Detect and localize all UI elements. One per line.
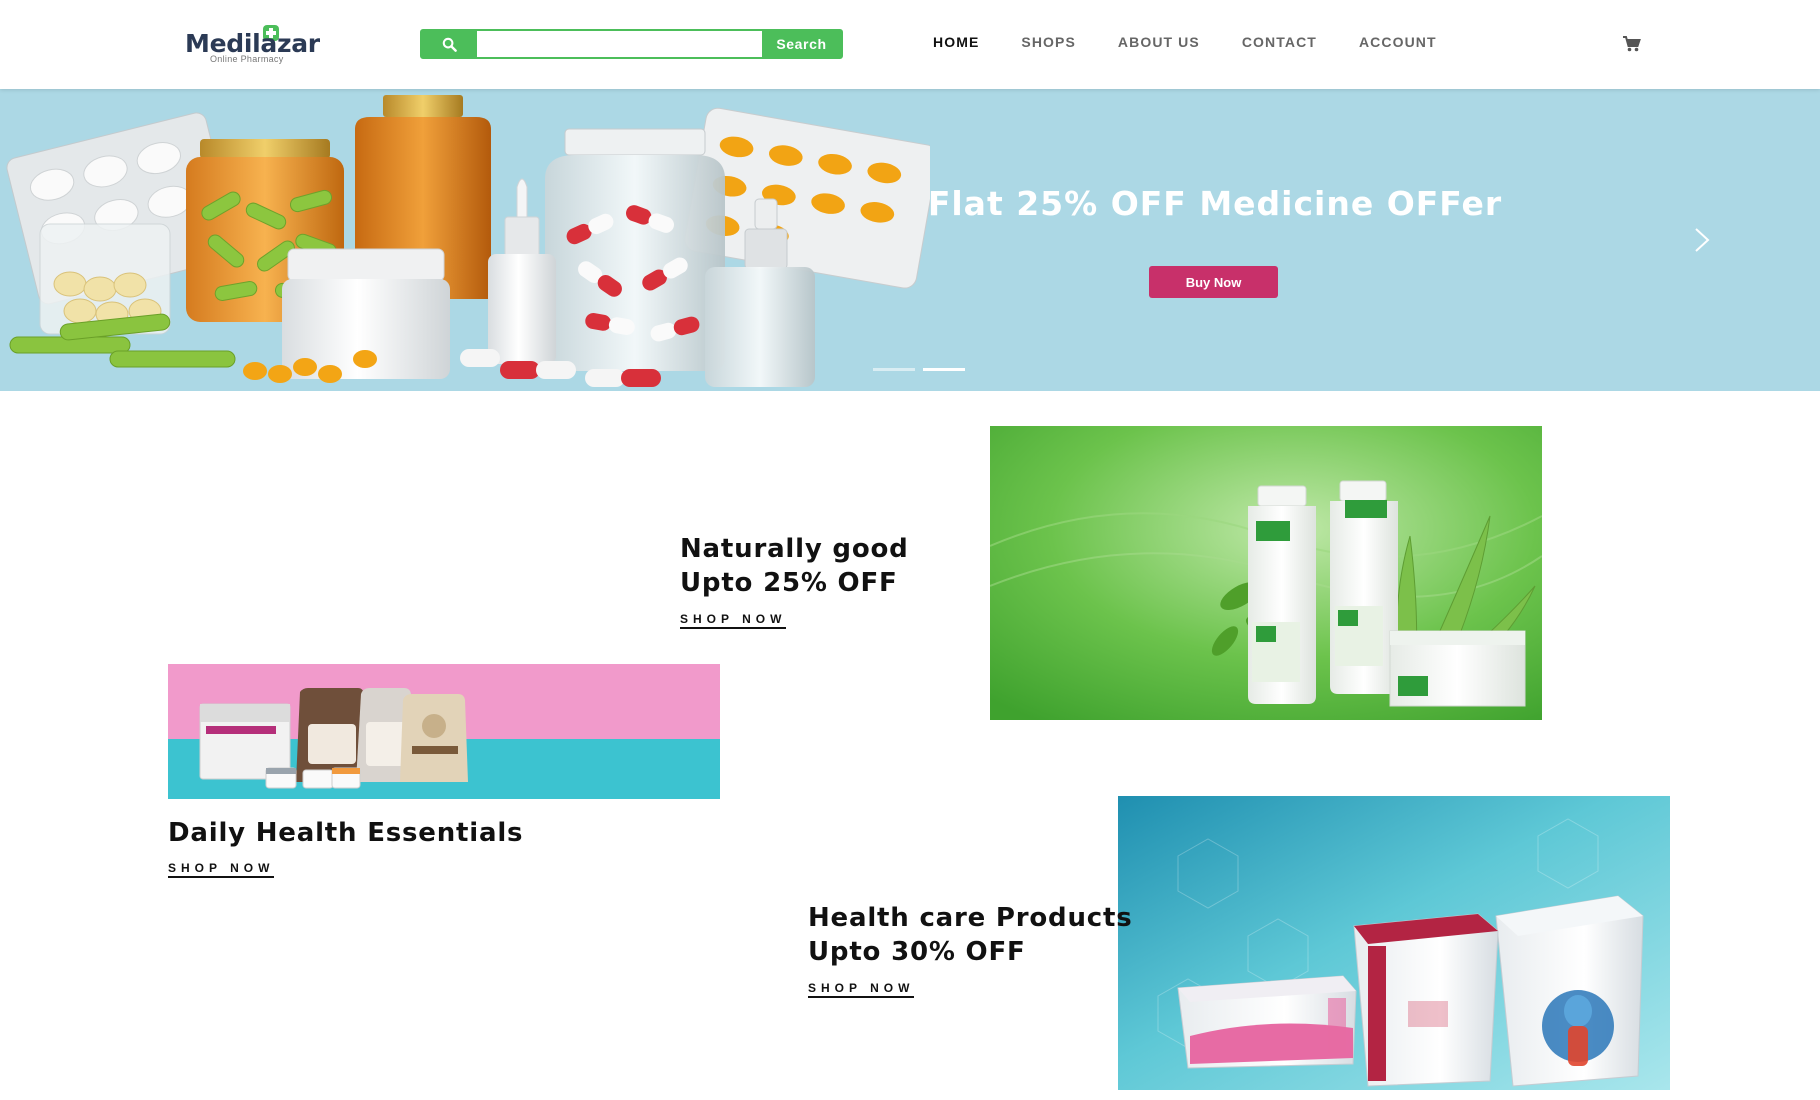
promo-title: Health care Products — [808, 903, 1133, 933]
search-bar: Search — [420, 29, 843, 59]
slider-next-arrow[interactable] — [1690, 225, 1714, 255]
promo-naturally-good-text: Naturally good Upto 25% OFF — [680, 532, 909, 600]
hero-title: Flat 25% OFF Medicine OFFer — [927, 184, 1503, 223]
brand-tagline: Online Pharmacy — [210, 54, 284, 64]
slider-dot-2[interactable] — [923, 368, 965, 371]
search-icon-button[interactable] — [422, 31, 477, 57]
slider-pagination — [873, 368, 965, 371]
promo-healthcare-image[interactable] — [1118, 796, 1670, 1090]
nav-home[interactable]: HOME — [933, 34, 979, 54]
hero-slider: Flat 25% OFF Medicine OFFer Buy Now — [0, 89, 1820, 391]
shop-now-link[interactable]: SHOP NOW — [168, 861, 275, 878]
nav-about-us[interactable]: ABOUT US — [1118, 34, 1200, 54]
chevron-right-icon — [1695, 228, 1710, 252]
buy-now-button[interactable]: Buy Now — [1149, 266, 1278, 298]
main-nav: HOME SHOPS ABOUT US CONTACT ACCOUNT — [933, 34, 1479, 54]
shop-now-link[interactable]: SHOP NOW — [680, 612, 787, 629]
shop-now-link[interactable]: SHOP NOW — [808, 981, 915, 998]
search-button[interactable]: Search — [762, 31, 841, 57]
cart-icon — [1623, 36, 1641, 52]
promo-health-care-text: Health care Products Upto 30% OFF — [808, 901, 1132, 969]
promo-discount: Upto 30% OFF — [808, 937, 1026, 967]
promo-title: Naturally good — [680, 534, 909, 564]
brand-logo[interactable]: Medilazar Online Pharmacy — [185, 24, 335, 64]
nav-shops[interactable]: SHOPS — [1021, 34, 1076, 54]
search-icon — [442, 37, 457, 52]
cart-button[interactable] — [1622, 35, 1644, 55]
search-input[interactable] — [477, 31, 762, 57]
promo-discount: Upto 25% OFF — [680, 568, 898, 598]
slider-dot-1[interactable] — [873, 368, 915, 371]
promo-title: Daily Health Essentials — [168, 818, 524, 848]
nav-contact[interactable]: CONTACT — [1242, 34, 1317, 54]
promo-essentials-image[interactable] — [168, 664, 720, 799]
site-header: Medilazar Online Pharmacy Search HOME SH… — [0, 0, 1820, 89]
nav-account[interactable]: ACCOUNT — [1359, 34, 1437, 54]
promo-skincare-image[interactable] — [990, 426, 1542, 720]
hero-medicine-image — [6, 95, 930, 387]
promo-daily-essentials-text: Daily Health Essentials — [168, 816, 523, 850]
